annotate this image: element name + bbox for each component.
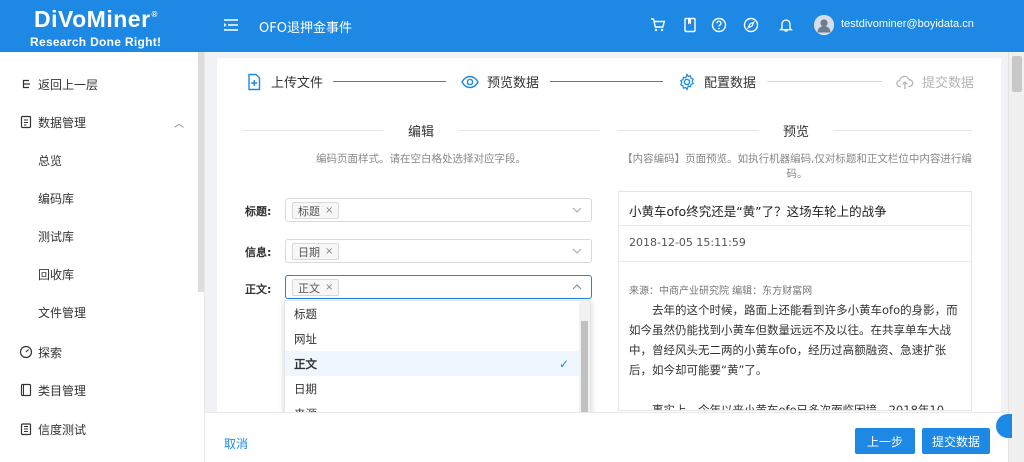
sidebar-item-label: 测试库	[38, 229, 75, 244]
user-email[interactable]: testdivominer@boyidata.cn	[841, 18, 974, 30]
back-arrow-icon	[22, 79, 30, 89]
sidebar-item-label: 文件管理	[38, 305, 87, 320]
preview-hint: 【内容编码】页面预览。如执行机器编码,仅对标题和正文栏位中内容进行编码。	[622, 153, 972, 180]
clipboard-icon	[20, 423, 32, 436]
field-label-info: 信息:	[245, 246, 272, 259]
chevron-up-icon	[572, 284, 582, 290]
article-body-paragraph: 去年的这个时候，路面上还能看到许多小黄车ofo的身影，而如今虽然仍能找到小黄车但…	[629, 303, 958, 377]
tag-remove-icon[interactable]: ×	[325, 246, 333, 257]
step-label: 上传文件	[271, 76, 324, 91]
gauge-icon	[19, 345, 33, 359]
step-label: 提交数据	[922, 76, 975, 91]
step-configure: 配置数据	[678, 72, 756, 91]
book-icon[interactable]	[682, 17, 698, 33]
sidebar-item-label: 探索	[38, 345, 63, 360]
dropdown-option[interactable]: 网址	[285, 326, 581, 351]
upload-file-icon	[248, 73, 261, 90]
step-label: 配置数据	[704, 76, 757, 91]
divider	[619, 225, 971, 226]
article-source: 来源：中商产业研究院 编辑：东方财富网	[629, 286, 813, 297]
article-body-paragraph: 事实上，今年以来小黄车ofo已多次面临困境。2018年10	[652, 403, 945, 411]
sidebar-item-category-management[interactable]: 类目管理	[0, 375, 196, 405]
step-label: 预览数据	[487, 76, 540, 91]
sidebar-item-test-library[interactable]: 测试库	[0, 221, 196, 251]
menu-toggle-icon[interactable]	[223, 17, 239, 33]
document-icon	[20, 115, 32, 129]
sidebar-item-file-management[interactable]: 文件管理	[0, 297, 196, 327]
chevron-down-icon	[572, 248, 582, 254]
sidebar-item-coding-library[interactable]: 编码库	[0, 183, 196, 213]
sidebar-item-label: 返回上一层	[38, 77, 99, 92]
divider	[618, 130, 758, 131]
help-icon[interactable]	[711, 17, 727, 33]
top-bar: DiVoMiner® Research Done Right! OFO退押金事件…	[0, 0, 1024, 52]
step-upload: 上传文件	[245, 72, 323, 91]
sidebar-item-label: 编码库	[38, 191, 75, 206]
cloud-upload-icon	[896, 75, 914, 89]
page-scrollbar[interactable]	[1008, 52, 1024, 462]
cart-icon[interactable]	[650, 17, 666, 33]
sidebar: 返回上一层 数据管理 ︿ 总览 编码库 测试库 回收库 文件管理 探索 类目管理…	[0, 52, 205, 462]
dropdown-option[interactable]: 标题	[285, 301, 581, 326]
step-connector	[767, 81, 882, 82]
step-connector	[550, 81, 663, 82]
dropdown-option[interactable]: 日期	[285, 376, 581, 401]
edit-hint: 编码页面样式。请在空白格处选择对应字段。	[316, 153, 526, 165]
compass-icon[interactable]	[743, 17, 759, 33]
field-label-body: 正文:	[245, 283, 272, 296]
submit-data-button[interactable]: 提交数据	[922, 428, 990, 454]
cancel-button[interactable]: 取消	[224, 435, 248, 452]
eye-icon	[461, 75, 479, 88]
field-label-title: 标题:	[245, 205, 272, 218]
previous-step-button[interactable]: 上一步	[855, 428, 915, 454]
divider	[243, 130, 383, 131]
step-connector	[333, 81, 446, 82]
preview-section-title: 预览	[782, 125, 809, 140]
sidebar-item-overview[interactable]: 总览	[0, 145, 196, 175]
step-preview: 预览数据	[461, 72, 539, 91]
sidebar-item-data-management[interactable]: 数据管理 ︿	[0, 107, 196, 137]
dropdown-option-selected[interactable]: 正文 ✓	[285, 351, 581, 376]
logo[interactable]: DiVoMiner® Research Done Right!	[0, 0, 205, 52]
sidebar-item-recycle-bin[interactable]: 回收库	[0, 259, 196, 289]
sidebar-item-label: 总览	[38, 153, 63, 168]
body-field-select[interactable]: 正文 ×	[285, 275, 592, 299]
sidebar-item-label: 回收库	[38, 267, 75, 282]
book-icon	[20, 383, 32, 397]
divider	[834, 130, 972, 131]
tag-date: 日期 ×	[292, 243, 340, 260]
page-scrollbar-thumb[interactable]	[1012, 56, 1022, 92]
gear-icon	[679, 72, 695, 91]
article-title: 小黄车ofo终究还是“黄”了？这场车轮上的战争	[629, 204, 887, 219]
article-preview: 小黄车ofo终究还是“黄”了？这场车轮上的战争 2018-12-05 15:11…	[618, 191, 972, 411]
tag-remove-icon[interactable]: ×	[325, 205, 333, 216]
avatar[interactable]	[814, 15, 834, 35]
divider	[459, 130, 599, 131]
title-field-select[interactable]: 标题 ×	[285, 198, 592, 222]
sidebar-scrollbar[interactable]	[198, 52, 204, 292]
tag-title: 标题 ×	[292, 202, 340, 219]
sidebar-item-back[interactable]: 返回上一层	[0, 69, 196, 99]
tag-remove-icon[interactable]: ×	[325, 282, 333, 293]
bell-icon[interactable]	[778, 17, 794, 33]
sidebar-item-reliability-test[interactable]: 信度测试	[0, 414, 196, 444]
chevron-up-icon: ︿	[174, 118, 184, 130]
sidebar-item-label: 数据管理	[38, 115, 87, 130]
logo-tagline: Research Done Right!	[30, 35, 162, 49]
logo-text: DiVoMiner®	[34, 6, 158, 32]
sidebar-item-explore[interactable]: 探索	[0, 337, 196, 367]
edit-section-title: 编辑	[407, 125, 434, 140]
project-title: OFO退押金事件	[259, 21, 352, 36]
sidebar-item-label: 信度测试	[38, 422, 87, 437]
sidebar-item-label: 类目管理	[38, 383, 87, 398]
checkmark-icon: ✓	[558, 357, 569, 371]
article-date: 2018-12-05 15:11:59	[629, 236, 746, 249]
tag-body: 正文 ×	[292, 279, 340, 296]
dropdown-option-label: 正文	[294, 356, 317, 371]
step-submit: 提交数据	[896, 72, 974, 91]
divider	[619, 261, 971, 262]
info-field-select[interactable]: 日期 ×	[285, 239, 592, 263]
chevron-down-icon	[572, 207, 582, 213]
